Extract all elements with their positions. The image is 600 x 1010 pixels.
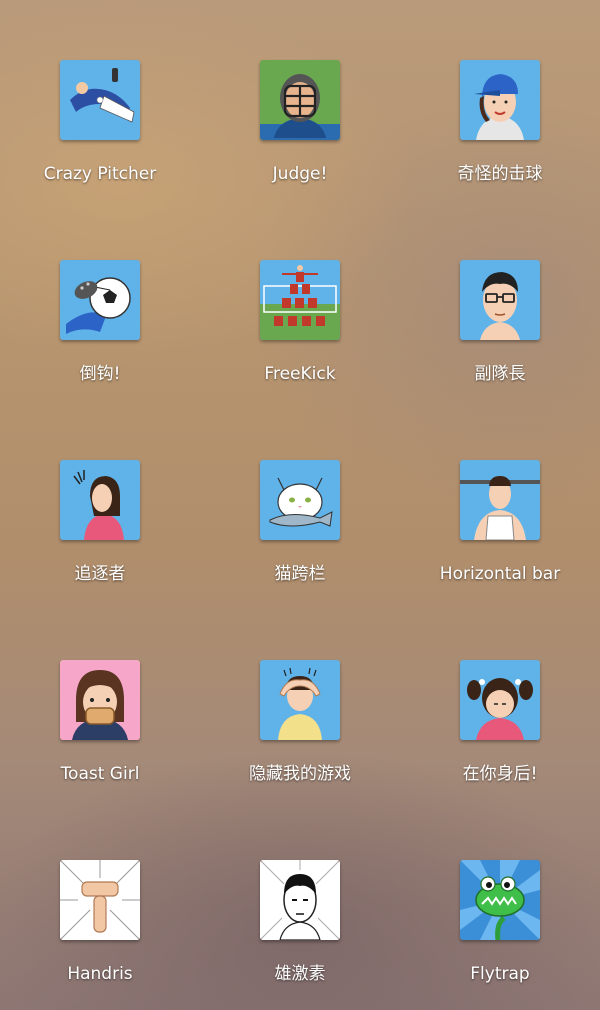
app-cat-hurdle[interactable]: 猫跨栏 (200, 400, 400, 600)
app-vice-captain[interactable]: 副隊長 (400, 200, 600, 400)
app-toast-girl[interactable]: Toast Girl (0, 600, 200, 800)
horizontal-bar-man-icon (460, 460, 540, 540)
toast-girl-icon (60, 660, 140, 740)
app-judge[interactable]: Judge! (200, 0, 400, 200)
green-crocodile-icon (460, 860, 540, 940)
app-label: Crazy Pitcher (43, 164, 157, 184)
girl-profile-icon (60, 460, 140, 540)
app-label: 追逐者 (74, 564, 126, 584)
app-label: 副隊長 (474, 364, 526, 384)
hand-block-icon (60, 860, 140, 940)
app-horizontal-bar[interactable]: Horizontal bar (400, 400, 600, 600)
app-chaser[interactable]: 追逐者 (0, 400, 200, 600)
app-androgen[interactable]: 雄激素 (200, 800, 400, 1000)
app-label: 雄激素 (274, 964, 326, 984)
boy-hands-on-head-icon (260, 660, 340, 740)
bicycle-kick-icon (60, 260, 140, 340)
app-bicycle-kick[interactable]: 倒钩! (0, 200, 200, 400)
soccer-wall-icon (260, 260, 340, 340)
app-label: Flytrap (470, 964, 530, 984)
app-handris[interactable]: Handris (0, 800, 200, 1000)
cat-fish-icon (260, 460, 340, 540)
manga-man-face-icon (260, 860, 340, 940)
app-label: Horizontal bar (439, 564, 561, 584)
app-behind-you[interactable]: 在你身后! (400, 600, 600, 800)
glasses-man-icon (460, 260, 540, 340)
app-label: 猫跨栏 (274, 564, 326, 584)
pigtail-girl-icon (460, 660, 540, 740)
app-label: 倒钩! (79, 364, 121, 384)
app-flytrap[interactable]: Flytrap (400, 800, 600, 1000)
app-crazy-pitcher[interactable]: Crazy Pitcher (0, 0, 200, 200)
umpire-mask-icon (260, 60, 340, 140)
app-label: Judge! (272, 164, 328, 184)
app-label: Toast Girl (60, 764, 140, 784)
app-grid: Crazy Pitcher Judge! 奇怪的击球 倒钩! FreeKick … (0, 0, 600, 1010)
app-label: 隐藏我的游戏 (249, 764, 351, 784)
app-freekick[interactable]: FreeKick (200, 200, 400, 400)
app-hide-my-game[interactable]: 隐藏我的游戏 (200, 600, 400, 800)
app-strange-batting[interactable]: 奇怪的击球 (400, 0, 600, 200)
app-label: 奇怪的击球 (457, 164, 543, 184)
app-label: FreeKick (264, 364, 336, 384)
pitcher-icon (60, 60, 140, 140)
app-label: Handris (67, 964, 133, 984)
app-label: 在你身后! (462, 764, 538, 784)
baseball-cap-girl-icon (460, 60, 540, 140)
